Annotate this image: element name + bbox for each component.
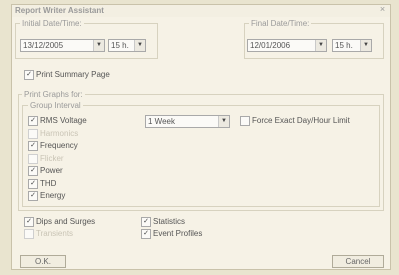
checkbox-box[interactable]: ✓	[141, 229, 151, 239]
force-exact-checkbox[interactable]: Force Exact Day/Hour Limit	[240, 116, 380, 126]
final-hour-value: 15 h.	[335, 41, 353, 50]
graph-item-label: THD	[40, 178, 57, 188]
graph-item-checkbox[interactable]: Harmonics	[28, 128, 128, 139]
final-date-select[interactable]: 12/01/2006 ▼	[247, 39, 327, 52]
graph-item-label: Frequency	[40, 141, 78, 150]
graph-item-checkbox[interactable]: ✓ Power	[28, 166, 128, 176]
graph-item-label: Power	[40, 166, 63, 175]
statistics-label: Statistics	[153, 217, 186, 226]
event-profiles-label: Event Profiles	[153, 229, 203, 238]
graph-item-label: RMS Voltage	[40, 116, 87, 125]
checkbox-box[interactable]: ✓	[28, 116, 38, 126]
title-bar: Report Writer Assistant ×	[12, 5, 390, 17]
graph-item-checkbox[interactable]: ✓ THD	[28, 178, 128, 189]
print-graphs-legend: Print Graphs for:	[22, 90, 85, 99]
chevron-down-icon[interactable]: ▼	[360, 40, 371, 51]
checkbox-box[interactable]	[28, 153, 38, 164]
ok-button[interactable]: O.K.	[20, 255, 66, 268]
interval-select[interactable]: 1 Week ▼	[145, 115, 230, 128]
print-summary-label: Print Summary Page	[36, 70, 110, 79]
group-interval-legend: Group Interval	[28, 101, 83, 110]
final-date-value: 12/01/2006	[250, 41, 291, 50]
graph-item-checkbox[interactable]: ✓ RMS Voltage	[28, 116, 128, 126]
chevron-down-icon[interactable]: ▼	[93, 40, 104, 51]
graph-item-checkbox[interactable]: ✓ Energy	[28, 191, 128, 201]
checkbox-box[interactable]: ✓	[24, 217, 34, 227]
checkbox-box[interactable]: ✓	[141, 217, 151, 227]
print-summary-checkbox[interactable]: ✓ Print Summary Page	[24, 70, 164, 80]
checkbox-box[interactable]: ✓	[24, 70, 34, 80]
force-exact-label: Force Exact Day/Hour Limit	[252, 116, 350, 125]
final-hour-select[interactable]: 15 h. ▼	[332, 39, 372, 52]
dips-surges-checkbox[interactable]: ✓ Dips and Surges	[24, 217, 134, 227]
initial-date-select[interactable]: 13/12/2005 ▼	[20, 39, 105, 52]
transients-label: Transients	[36, 229, 74, 238]
graph-item-checkbox[interactable]: ✓ Frequency	[28, 141, 128, 151]
chevron-down-icon[interactable]: ▼	[315, 40, 326, 51]
report-writer-dialog: Report Writer Assistant × Initial Date/T…	[11, 4, 391, 270]
graph-item-label: Harmonics	[40, 128, 79, 138]
graph-item-label: Flicker	[40, 153, 64, 163]
dips-surges-label: Dips and Surges	[36, 217, 96, 226]
checkbox-box[interactable]	[240, 116, 250, 126]
chevron-down-icon[interactable]: ▼	[218, 116, 229, 127]
statistics-checkbox[interactable]: ✓ Statistics	[141, 217, 241, 227]
initial-hour-select[interactable]: 15 h. ▼	[108, 39, 146, 52]
final-datetime-legend: Final Date/Time:	[249, 19, 312, 28]
checkbox-box[interactable]	[24, 229, 34, 239]
chevron-down-icon[interactable]: ▼	[134, 40, 145, 51]
checkbox-box[interactable]: ✓	[28, 141, 38, 151]
initial-datetime-legend: Initial Date/Time:	[20, 19, 84, 28]
close-icon[interactable]: ×	[378, 5, 387, 14]
interval-value: 1 Week	[148, 117, 175, 126]
initial-hour-value: 15 h.	[111, 41, 129, 50]
graph-item-checkbox[interactable]: Flicker	[28, 153, 128, 164]
graph-item-label: Energy	[40, 191, 66, 200]
checkbox-box[interactable]	[28, 128, 38, 139]
initial-date-value: 13/12/2005	[23, 41, 64, 50]
checkbox-box[interactable]: ✓	[28, 191, 38, 201]
cancel-button[interactable]: Cancel	[332, 255, 384, 268]
checkbox-box[interactable]: ✓	[28, 178, 38, 189]
checkbox-box[interactable]: ✓	[28, 166, 38, 176]
window-title: Report Writer Assistant	[15, 6, 104, 15]
event-profiles-checkbox[interactable]: ✓ Event Profiles	[141, 229, 241, 239]
transients-checkbox[interactable]: Transients	[24, 229, 134, 239]
